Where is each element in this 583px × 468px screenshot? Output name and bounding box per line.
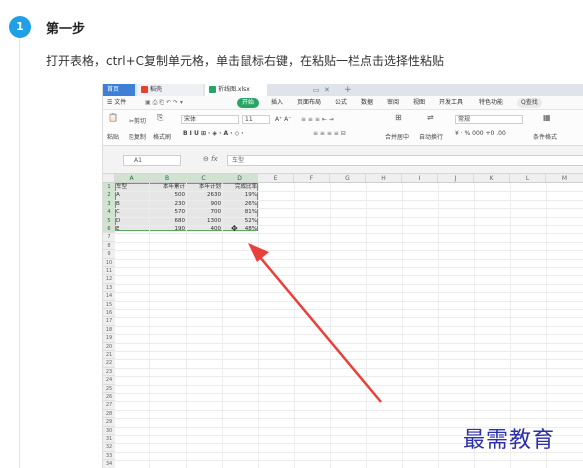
arrow-head bbox=[248, 243, 269, 262]
arrow-shaft bbox=[253, 249, 382, 403]
step-title: 第一步 bbox=[46, 22, 86, 37]
red-arrow-annotation bbox=[248, 243, 382, 403]
spreadsheet-screenshot: 首页 稻壳 折线图.xlsx ▭ ✕ + ☰ 文件 ▣ ⎙ ⎗ ↶ ↷ ▾ 开始… bbox=[102, 84, 583, 468]
step-description: 打开表格，ctrl+C复制单元格，单击鼠标右键，在粘贴一栏点击选择性粘贴 bbox=[46, 54, 445, 68]
watermark-logo: 最需教育 bbox=[463, 428, 556, 453]
step-timeline bbox=[19, 34, 20, 468]
step-number-badge: 1 bbox=[9, 16, 31, 38]
